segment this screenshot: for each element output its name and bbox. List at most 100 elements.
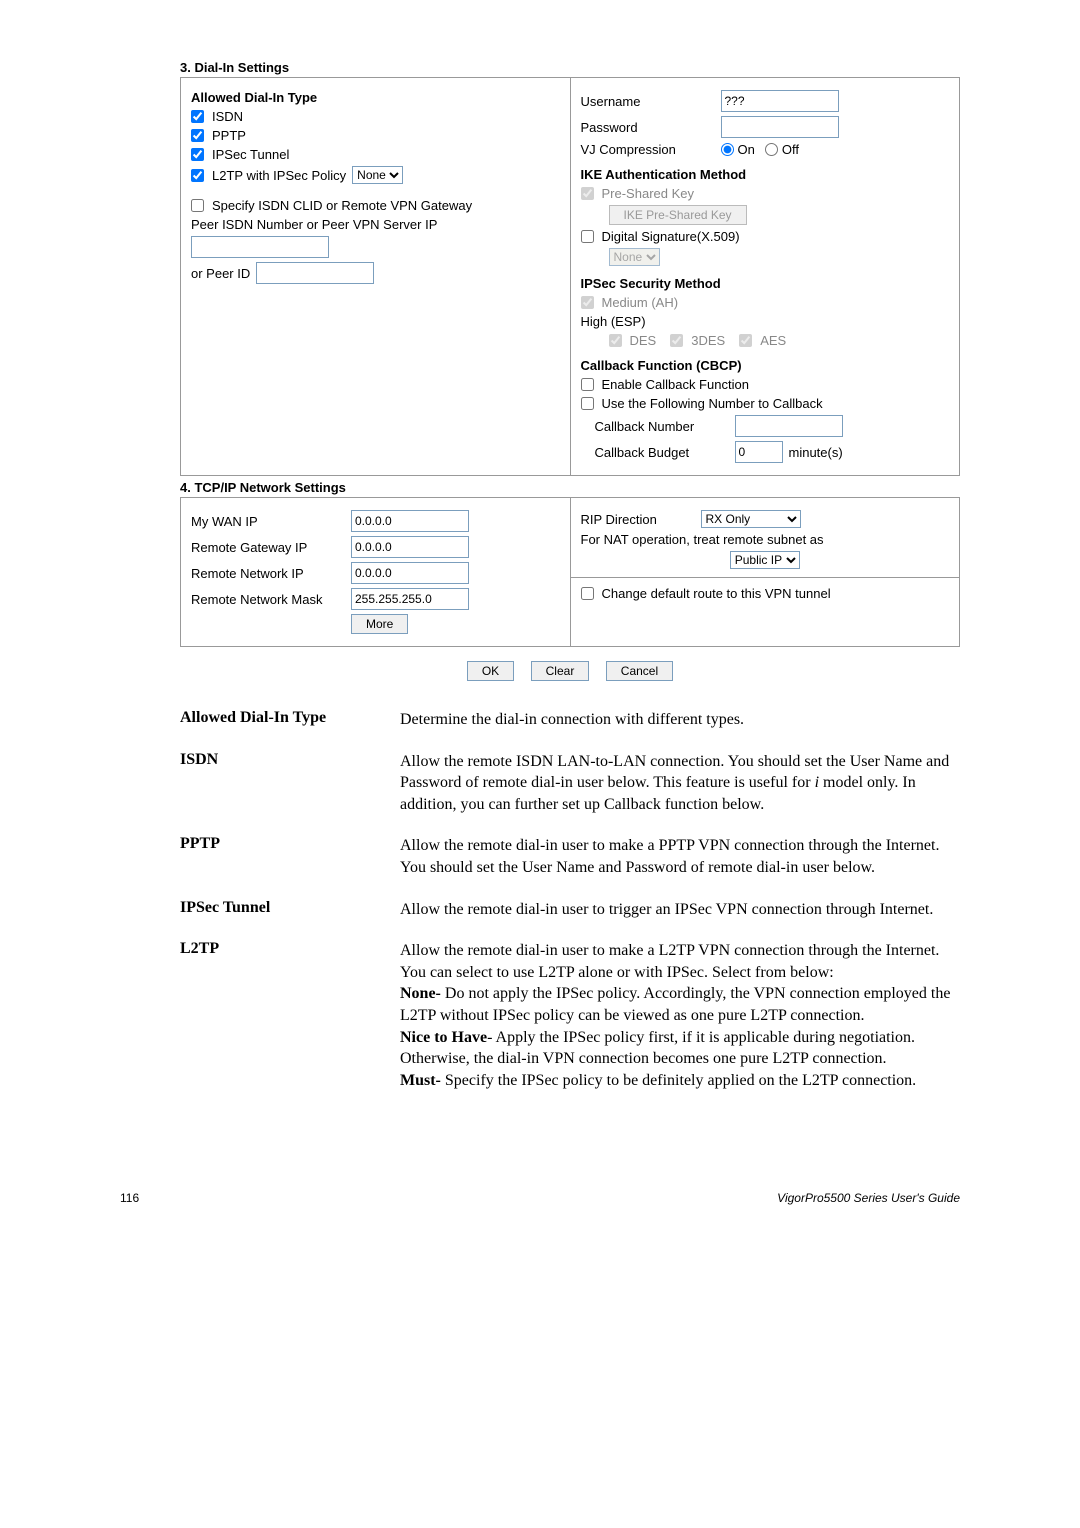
desc-l2tp-t2: None- Do not apply the IPSec policy. Acc…: [400, 983, 960, 1026]
l2tp-policy-select[interactable]: None: [352, 166, 403, 184]
cancel-button[interactable]: Cancel: [606, 661, 673, 681]
desc-pptp: PPTP Allow the remote dial-in user to ma…: [180, 835, 960, 878]
callback-budget-input[interactable]: [735, 441, 783, 463]
l2tp-checkbox[interactable]: [191, 169, 204, 182]
tcpip-right: RIP Direction RX Only For NAT operation,…: [570, 498, 960, 646]
desc-pptp-label: PPTP: [180, 835, 400, 878]
vj-label: VJ Compression: [581, 142, 721, 157]
vj-off-radio[interactable]: [765, 143, 778, 156]
aes-checkbox: [739, 334, 752, 347]
callback-number-label: Callback Number: [581, 419, 735, 434]
desc-l2tp: L2TP Allow the remote dial-in user to ma…: [180, 940, 960, 1091]
medium-row: Medium (AH): [581, 295, 950, 310]
left-column: Allowed Dial-In Type ISDN PPTP IPSec Tun…: [181, 78, 570, 475]
use-following-checkbox[interactable]: [581, 397, 594, 410]
cipher-row: DES 3DES AES: [609, 333, 950, 348]
peer-ip-input[interactable]: [191, 236, 329, 258]
digital-sig-label: Digital Signature(X.509): [602, 229, 740, 244]
username-label: Username: [581, 94, 721, 109]
isdn-checkbox[interactable]: [191, 110, 204, 123]
isdn-label: ISDN: [212, 109, 243, 124]
ipsec-row: IPSec Tunnel: [191, 147, 560, 162]
section3-title: 3. Dial-In Settings: [180, 60, 960, 75]
ipsec-checkbox[interactable]: [191, 148, 204, 161]
callback-budget-label: Callback Budget: [581, 445, 735, 460]
vj-row: VJ Compression On Off: [581, 142, 950, 157]
remote-mask-input[interactable]: [351, 588, 469, 610]
3des-checkbox: [670, 334, 683, 347]
preshared-row: Pre-Shared Key: [581, 186, 950, 201]
des-label: DES: [630, 333, 657, 348]
specify-clid-checkbox[interactable]: [191, 199, 204, 212]
use-following-label: Use the Following Number to Callback: [602, 396, 823, 411]
desc-l2tp-t3a: Nice to Have: [400, 1029, 487, 1046]
clear-button[interactable]: Clear: [531, 661, 590, 681]
dial-in-settings-box: Allowed Dial-In Type ISDN PPTP IPSec Tun…: [180, 77, 960, 476]
password-input[interactable]: [721, 116, 839, 138]
ok-button[interactable]: OK: [467, 661, 514, 681]
desc-allowed: Allowed Dial-In Type Determine the dial-…: [180, 709, 960, 731]
specify-clid-label: Specify ISDN CLID or Remote VPN Gateway: [212, 198, 472, 213]
desc-l2tp-t2a: None-: [400, 985, 441, 1002]
callback-budget-row: Callback Budget minute(s): [581, 441, 950, 463]
desc-allowed-label: Allowed Dial-In Type: [180, 709, 400, 731]
username-row: Username: [581, 90, 950, 112]
desc-ipsec: IPSec Tunnel Allow the remote dial-in us…: [180, 899, 960, 921]
callback-title: Callback Function (CBCP): [581, 358, 950, 373]
footer: 116 VigorPro5500 Series User's Guide: [0, 1191, 1080, 1235]
change-route-checkbox[interactable]: [581, 587, 594, 600]
desc-pptp-text: Allow the remote dial-in user to make a …: [400, 835, 960, 878]
tcpip-left: My WAN IP Remote Gateway IP Remote Netwo…: [181, 498, 570, 646]
high-label: High (ESP): [581, 314, 950, 329]
remote-gw-input[interactable]: [351, 536, 469, 558]
section4-title: 4. TCP/IP Network Settings: [180, 480, 960, 495]
desc-l2tp-t4b: Specify the IPSec policy to be definitel…: [441, 1072, 916, 1089]
enable-callback-label: Enable Callback Function: [602, 377, 749, 392]
digital-sig-row: Digital Signature(X.509): [581, 229, 950, 244]
right-column: Username Password VJ Compression On Off …: [570, 78, 960, 475]
guide-name: VigorPro5500 Series User's Guide: [777, 1191, 960, 1205]
username-input[interactable]: [721, 90, 839, 112]
use-following-row: Use the Following Number to Callback: [581, 396, 950, 411]
ike-key-row: IKE Pre-Shared Key: [609, 205, 950, 225]
desc-l2tp-t3: Nice to Have- Apply the IPSec policy fir…: [400, 1027, 960, 1070]
nat-text: For NAT operation, treat remote subnet a…: [581, 532, 950, 547]
desc-isdn-label: ISDN: [180, 751, 400, 816]
desc-l2tp-label: L2TP: [180, 940, 400, 1091]
more-button[interactable]: More: [351, 614, 408, 634]
remote-mask-row: Remote Network Mask: [191, 588, 560, 610]
rip-select[interactable]: RX Only: [701, 510, 801, 528]
password-label: Password: [581, 120, 721, 135]
ike-auth-title: IKE Authentication Method: [581, 167, 950, 182]
aes-label: AES: [760, 333, 786, 348]
enable-callback-checkbox[interactable]: [581, 378, 594, 391]
change-route-label: Change default route to this VPN tunnel: [602, 586, 831, 601]
callback-number-input[interactable]: [735, 415, 843, 437]
peer-id-input[interactable]: [256, 262, 374, 284]
vj-on-radio[interactable]: [721, 143, 734, 156]
medium-label: Medium (AH): [602, 295, 679, 310]
none-select: None: [609, 248, 660, 266]
callback-number-row: Callback Number: [581, 415, 950, 437]
desc-l2tp-t4: Must- Specify the IPSec policy to be def…: [400, 1070, 960, 1092]
pptp-checkbox[interactable]: [191, 129, 204, 142]
remote-mask-label: Remote Network Mask: [191, 592, 351, 607]
l2tp-row: L2TP with IPSec Policy None: [191, 166, 560, 184]
l2tp-label: L2TP with IPSec Policy: [212, 168, 346, 183]
nat-select[interactable]: Public IP: [730, 551, 800, 569]
change-route-row: Change default route to this VPN tunnel: [581, 586, 950, 601]
medium-checkbox: [581, 296, 594, 309]
3des-label: 3DES: [691, 333, 725, 348]
desc-ipsec-text: Allow the remote dial-in user to trigger…: [400, 899, 960, 921]
desc-l2tp-text: Allow the remote dial-in user to make a …: [400, 940, 960, 1091]
des-checkbox: [609, 334, 622, 347]
my-wan-input[interactable]: [351, 510, 469, 532]
remote-net-row: Remote Network IP: [191, 562, 560, 584]
enable-callback-row: Enable Callback Function: [581, 377, 950, 392]
pptp-row: PPTP: [191, 128, 560, 143]
or-peer-id-label: or Peer ID: [191, 266, 250, 281]
remote-net-input[interactable]: [351, 562, 469, 584]
digital-sig-checkbox[interactable]: [581, 230, 594, 243]
desc-allowed-text: Determine the dial-in connection with di…: [400, 709, 960, 731]
minutes-label: minute(s): [789, 445, 843, 460]
